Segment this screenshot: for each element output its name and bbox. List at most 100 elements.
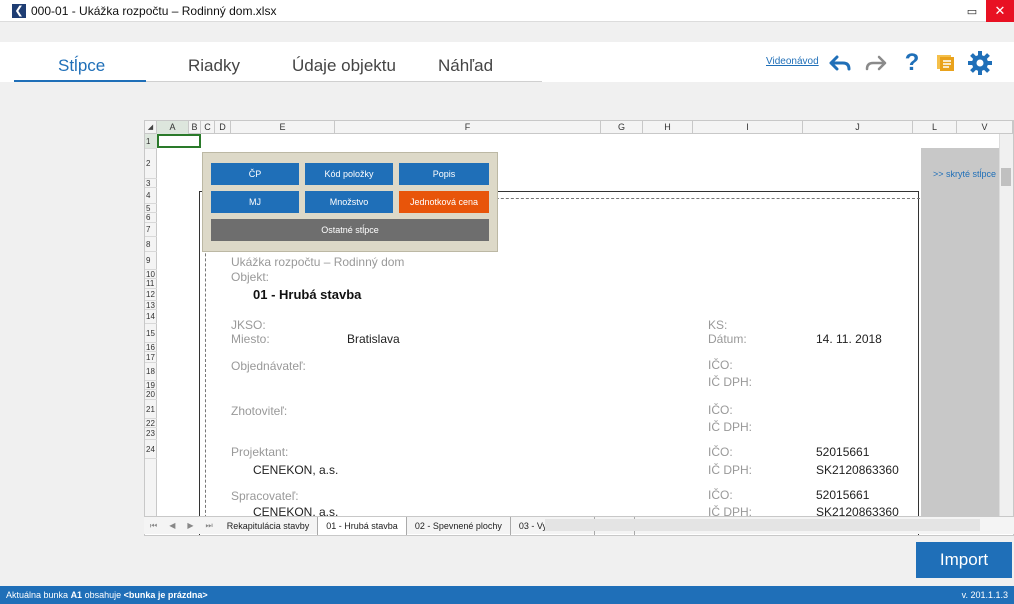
active-tab-indicator: [14, 80, 146, 82]
column-header-b[interactable]: B: [189, 121, 201, 134]
video-tutorial-link[interactable]: Videonávod: [766, 56, 819, 67]
zhotovitel-label: Zhotoviteľ:: [231, 404, 288, 418]
column-header-v[interactable]: V: [957, 121, 1013, 134]
undo-icon[interactable]: [826, 50, 854, 76]
tab-riadky[interactable]: Riadky: [188, 56, 240, 76]
row-header-17[interactable]: 17: [145, 352, 157, 363]
zhotovitel-icdph-label: IČ DPH:: [708, 420, 753, 434]
vertical-scroll-thumb[interactable]: [1001, 168, 1011, 186]
row-header-8[interactable]: 8: [145, 237, 157, 252]
column-header-i[interactable]: I: [693, 121, 803, 134]
spracovatel-ico-value: 52015661: [816, 488, 870, 502]
zhotovitel-ico-label: IČO:: [708, 403, 733, 417]
sheet-tab[interactable]: 02 - Spevnené plochy: [407, 516, 511, 535]
row-header-18[interactable]: 18: [145, 363, 157, 381]
row-header-7[interactable]: 7: [145, 223, 157, 237]
vertical-scrollbar[interactable]: [999, 134, 1013, 524]
row-header-9[interactable]: 9: [145, 252, 157, 270]
close-button[interactable]: ✕: [986, 0, 1014, 22]
tab-next-icon[interactable]: ▶: [181, 521, 199, 530]
row-header-11[interactable]: 11: [145, 279, 157, 289]
status-prefix: Aktuálna bunka: [6, 590, 69, 600]
column-header-d[interactable]: D: [215, 121, 231, 134]
column-button-4[interactable]: MJ: [211, 191, 299, 213]
column-header-e[interactable]: E: [231, 121, 335, 134]
row-header-15[interactable]: 15: [145, 324, 157, 343]
row-header-20[interactable]: 20: [145, 390, 157, 400]
row-header-13[interactable]: 13: [145, 301, 157, 310]
hidden-columns-label[interactable]: >> skryté stĺpce: [933, 169, 996, 179]
objekt-label: Objekt:: [231, 270, 270, 284]
back-arrow-icon[interactable]: ❮: [12, 3, 26, 18]
tab-nahlad[interactable]: Náhľad: [438, 56, 493, 76]
projektant-icdph-value: SK2120863360: [816, 463, 899, 477]
row-header-16[interactable]: 16: [145, 343, 157, 352]
tab-first-icon[interactable]: ⏮: [144, 521, 163, 531]
redo-icon[interactable]: [862, 50, 890, 76]
row-header-23[interactable]: 23: [145, 428, 157, 440]
sheet-tab[interactable]: Rekapitulácia stavby: [219, 516, 319, 535]
minimize-button[interactable]: ▭: [958, 0, 986, 22]
column-header-f[interactable]: F: [335, 121, 601, 134]
horizontal-scrollbar[interactable]: [545, 519, 980, 531]
spracovatel-label: Spracovateľ:: [231, 489, 299, 503]
tab-udaje-objektu[interactable]: Údaje objektu: [292, 56, 396, 76]
objednavatel-label: Objednávateľ:: [231, 359, 306, 373]
objekt-value: 01 - Hrubá stavba: [253, 287, 362, 302]
row-header-10[interactable]: 10: [145, 270, 157, 279]
column-header-j[interactable]: J: [803, 121, 913, 134]
column-picker-panel: ČP Kód položky Popis MJ Množstvo Jednotková c…: [202, 152, 498, 252]
column-header-l[interactable]: L: [913, 121, 957, 134]
other-columns-button[interactable]: Ostatné stĺpce: [211, 219, 489, 241]
column-button-3[interactable]: Popis: [399, 163, 489, 185]
row-header-19[interactable]: 19: [145, 381, 157, 390]
projektant-ico-value: 52015661: [816, 445, 870, 459]
row-header-2[interactable]: 2: [145, 149, 157, 179]
help-icon[interactable]: ?: [898, 49, 926, 76]
version-label: v. 201.1.1.3: [961, 590, 1008, 600]
row-header-24[interactable]: 24: [145, 440, 157, 459]
title-bar: ❮ 000-01 - Ukážka rozpočtu – Rodinný dom…: [0, 0, 1014, 22]
settings-icon[interactable]: [966, 50, 994, 76]
tab-stlpce[interactable]: Stĺpce: [58, 56, 105, 76]
column-button-1[interactable]: ČP: [211, 163, 299, 185]
status-content: <bunka je prázdna>: [123, 590, 208, 600]
row-header-3[interactable]: 3: [145, 179, 157, 188]
projektant-value: CENEKON, a.s.: [253, 463, 339, 477]
row-header-14[interactable]: 14: [145, 310, 157, 324]
nav-bar: Stĺpce Riadky Údaje objektu Náhľad Video…: [0, 42, 1014, 82]
column-button-5[interactable]: Množstvo: [305, 191, 393, 213]
projektant-icdph-label: IČ DPH:: [708, 463, 753, 477]
objednavatel-icdph-label: IČ DPH:: [708, 375, 753, 389]
datum-label: Dátum:: [708, 332, 747, 346]
column-header-g[interactable]: G: [601, 121, 643, 134]
selected-cell-a1[interactable]: [157, 134, 201, 148]
sheet-tab[interactable]: 01 - Hrubá stavba: [318, 516, 407, 535]
column-header-c[interactable]: C: [201, 121, 215, 134]
projektant-label: Projektant:: [231, 445, 289, 459]
row-header-6[interactable]: 6: [145, 213, 157, 223]
column-button-2[interactable]: Kód položky: [305, 163, 393, 185]
ks-label: KS:: [708, 318, 728, 332]
row-header-5[interactable]: 5: [145, 204, 157, 213]
row-header-4[interactable]: 4: [145, 188, 157, 204]
notes-icon[interactable]: [932, 50, 960, 76]
tab-last-icon[interactable]: ⏭: [200, 521, 219, 531]
import-button[interactable]: Import: [916, 542, 1012, 578]
row-header-21[interactable]: 21: [145, 400, 157, 419]
tab-prev-icon[interactable]: ◀: [163, 521, 181, 530]
objednavatel-ico-label: IČO:: [708, 358, 733, 372]
status-cell: A1: [70, 590, 83, 600]
row-header-12[interactable]: 12: [145, 289, 157, 301]
column-header-row: ◢ ABCDEFGHIJLV: [145, 121, 1013, 134]
miesto-label: Miesto:: [231, 332, 270, 346]
row-header-1[interactable]: 1: [145, 134, 157, 149]
status-bar: Aktuálna bunka A1 obsahuje <bunka je prá…: [0, 586, 1014, 604]
status-middle: obsahuje: [84, 590, 122, 600]
column-button-6[interactable]: Jednotková cena: [399, 191, 489, 213]
miesto-value: Bratislava: [347, 332, 400, 346]
select-all-corner[interactable]: ◢: [145, 121, 157, 134]
column-header-h[interactable]: H: [643, 121, 693, 134]
row-header-22[interactable]: 22: [145, 419, 157, 428]
column-header-a[interactable]: A: [157, 121, 189, 134]
